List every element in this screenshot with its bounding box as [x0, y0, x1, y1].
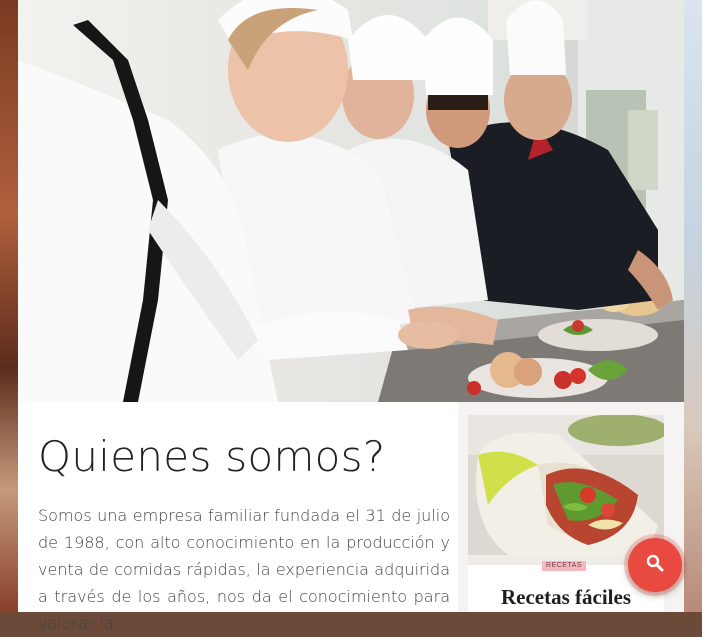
search-button[interactable] — [628, 538, 682, 592]
background-left-edge — [0, 0, 18, 612]
recipe-wrap-image — [468, 415, 664, 565]
search-icon — [646, 554, 664, 577]
background-right-edge — [684, 0, 702, 612]
recipe-title[interactable]: Recetas fáciles — [468, 585, 664, 610]
hero-chefs-image — [18, 0, 684, 402]
about-description: Somos una empresa familiar fundada el 31… — [38, 506, 450, 633]
about-section: Quienes somos? Somos una empresa familia… — [18, 402, 458, 633]
page-title: Quienes somos? — [38, 432, 386, 481]
recipe-category-tag[interactable]: RECETAS — [542, 561, 586, 571]
